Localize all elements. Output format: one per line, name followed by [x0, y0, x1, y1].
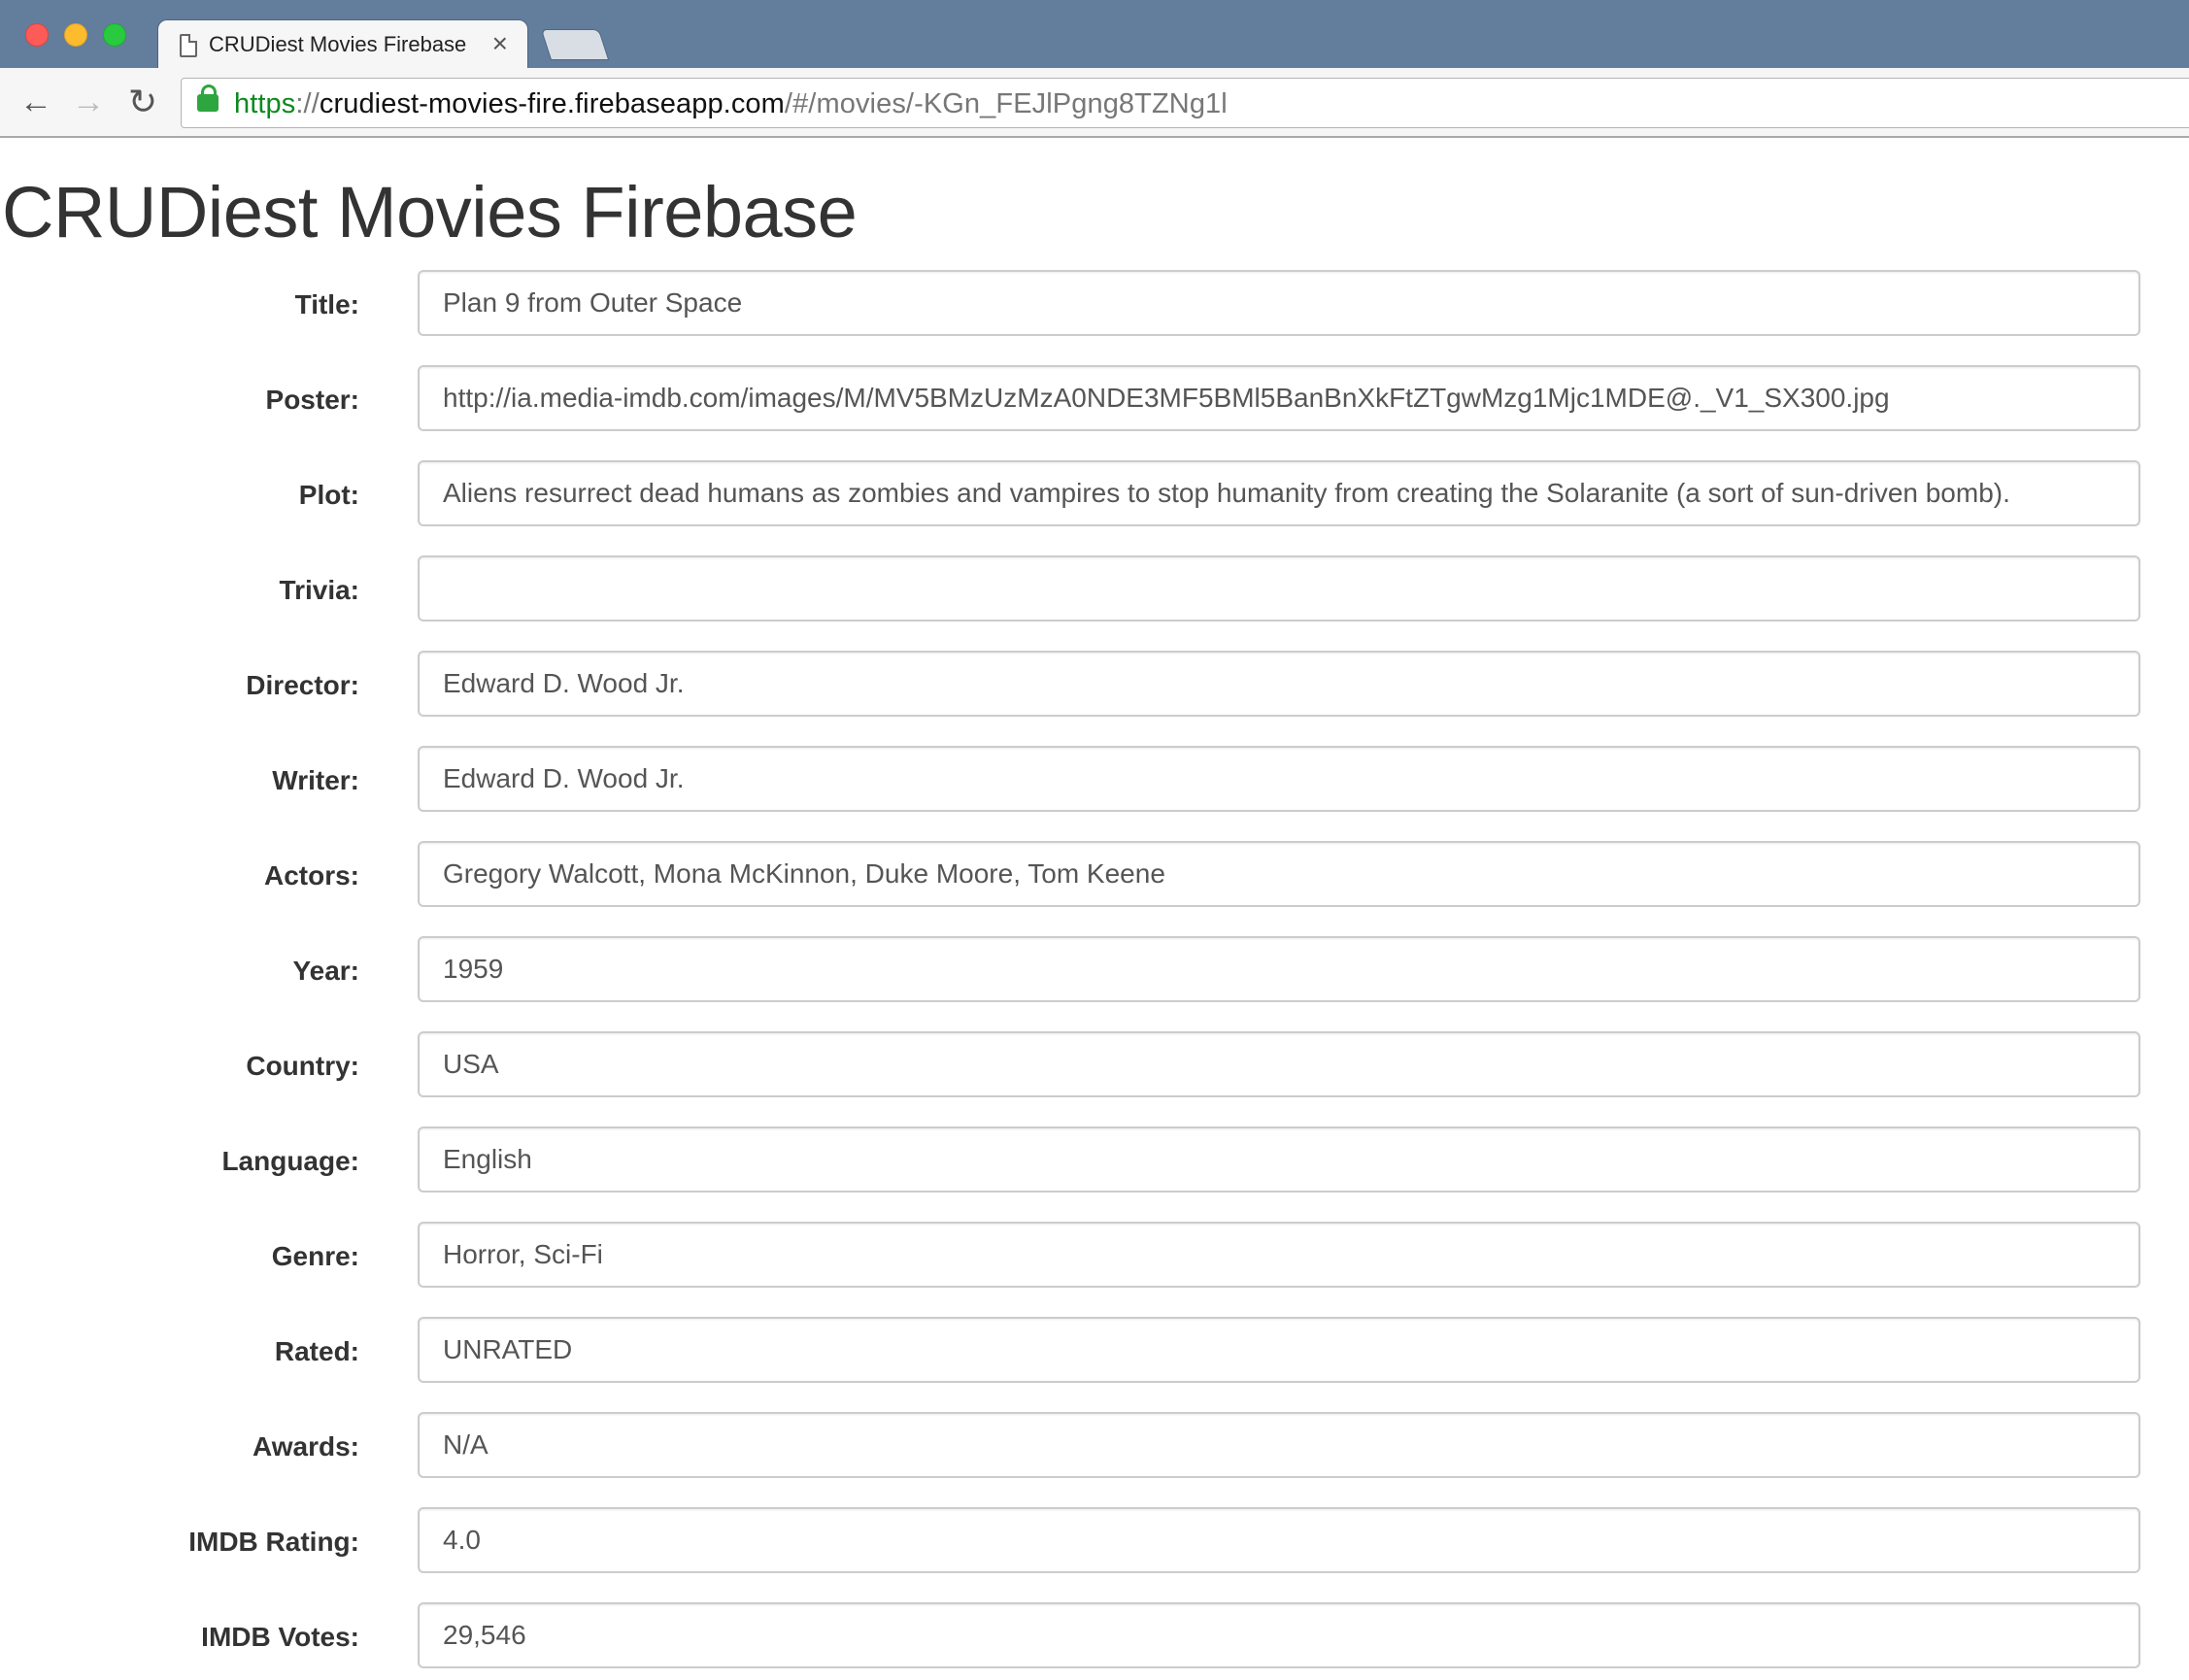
- awards-input[interactable]: [418, 1412, 2140, 1478]
- lock-icon: [197, 84, 219, 112]
- new-tab-button[interactable]: [540, 29, 610, 60]
- country-input[interactable]: [418, 1031, 2140, 1097]
- imdb-votes-label: IMDB Votes:: [201, 1622, 359, 1652]
- year-label: Year:: [292, 956, 360, 986]
- writer-input[interactable]: [418, 746, 2140, 812]
- title-label: Title:: [294, 289, 359, 319]
- maximize-window-button[interactable]: [103, 23, 126, 47]
- plot-label: Plot:: [298, 480, 359, 510]
- year-input[interactable]: [418, 936, 2140, 1002]
- url-host: crudiest-movies-fire.firebaseapp.com: [319, 88, 785, 119]
- plot-input[interactable]: [418, 460, 2140, 526]
- poster-label: Poster:: [265, 385, 359, 415]
- form-row-imdb-rating: IMDB Rating:: [0, 1507, 2189, 1573]
- director-label: Director:: [246, 670, 359, 700]
- tab-title: CRUDiest Movies Firebase: [209, 32, 467, 56]
- page-title: CRUDiest Movies Firebase: [2, 172, 858, 252]
- url-text[interactable]: https://crudiest-movies-fire.firebaseapp…: [234, 88, 1228, 120]
- form-row-poster: Poster:: [0, 365, 2189, 431]
- page-icon: [180, 34, 197, 57]
- trivia-input[interactable]: [418, 555, 2140, 622]
- form-row-language: Language:: [0, 1126, 2189, 1193]
- actors-input[interactable]: [418, 841, 2140, 907]
- browser-titlebar: CRUDiest Movies Firebase ×: [0, 0, 2189, 70]
- back-arrow-icon[interactable]: ←: [16, 82, 56, 122]
- browser-tab[interactable]: CRUDiest Movies Firebase ×: [157, 19, 528, 70]
- close-window-button[interactable]: [25, 23, 49, 47]
- director-input[interactable]: [418, 651, 2140, 717]
- close-tab-icon[interactable]: ×: [492, 28, 508, 59]
- form-row-director: Director:: [0, 651, 2189, 717]
- form-row-plot: Plot:: [0, 460, 2189, 526]
- form-row-genre: Genre:: [0, 1222, 2189, 1288]
- forward-arrow-icon[interactable]: →: [68, 82, 109, 122]
- country-label: Country:: [246, 1051, 359, 1081]
- form-row-awards: Awards:: [0, 1412, 2189, 1478]
- form-row-year: Year:: [0, 936, 2189, 1002]
- url-separator: ://: [295, 88, 320, 119]
- writer-label: Writer:: [272, 765, 359, 795]
- poster-input[interactable]: [418, 365, 2140, 431]
- form-row-title: Title:: [0, 270, 2189, 336]
- rated-input[interactable]: [418, 1317, 2140, 1383]
- imdb-rating-label: IMDB Rating:: [188, 1527, 359, 1557]
- url-path: /#/movies/-KGn_FEJlPgng8TZNg1l: [784, 88, 1228, 119]
- imdb-votes-input[interactable]: [418, 1602, 2140, 1668]
- title-input[interactable]: [418, 270, 2140, 336]
- trivia-label: Trivia:: [279, 575, 359, 605]
- reload-icon[interactable]: ↻: [122, 82, 163, 122]
- imdb-rating-input[interactable]: [418, 1507, 2140, 1573]
- minimize-window-button[interactable]: [64, 23, 87, 47]
- form-row-writer: Writer:: [0, 746, 2189, 812]
- awards-label: Awards:: [253, 1431, 359, 1462]
- address-bar[interactable]: https://crudiest-movies-fire.firebaseapp…: [181, 78, 2189, 128]
- form-row-country: Country:: [0, 1031, 2189, 1097]
- url-scheme: https: [234, 88, 296, 119]
- actors-label: Actors:: [263, 860, 359, 890]
- browser-toolbar: ← → ↻ https://crudiest-movies-fire.fireb…: [0, 68, 2189, 138]
- language-label: Language:: [221, 1146, 359, 1176]
- form-row-imdb-votes: IMDB Votes:: [0, 1602, 2189, 1668]
- language-input[interactable]: [418, 1126, 2140, 1193]
- genre-input[interactable]: [418, 1222, 2140, 1288]
- form-row-trivia: Trivia:: [0, 555, 2189, 622]
- form-row-rated: Rated:: [0, 1317, 2189, 1383]
- rated-label: Rated:: [274, 1336, 359, 1366]
- genre-label: Genre:: [271, 1241, 359, 1271]
- form-row-actors: Actors:: [0, 841, 2189, 907]
